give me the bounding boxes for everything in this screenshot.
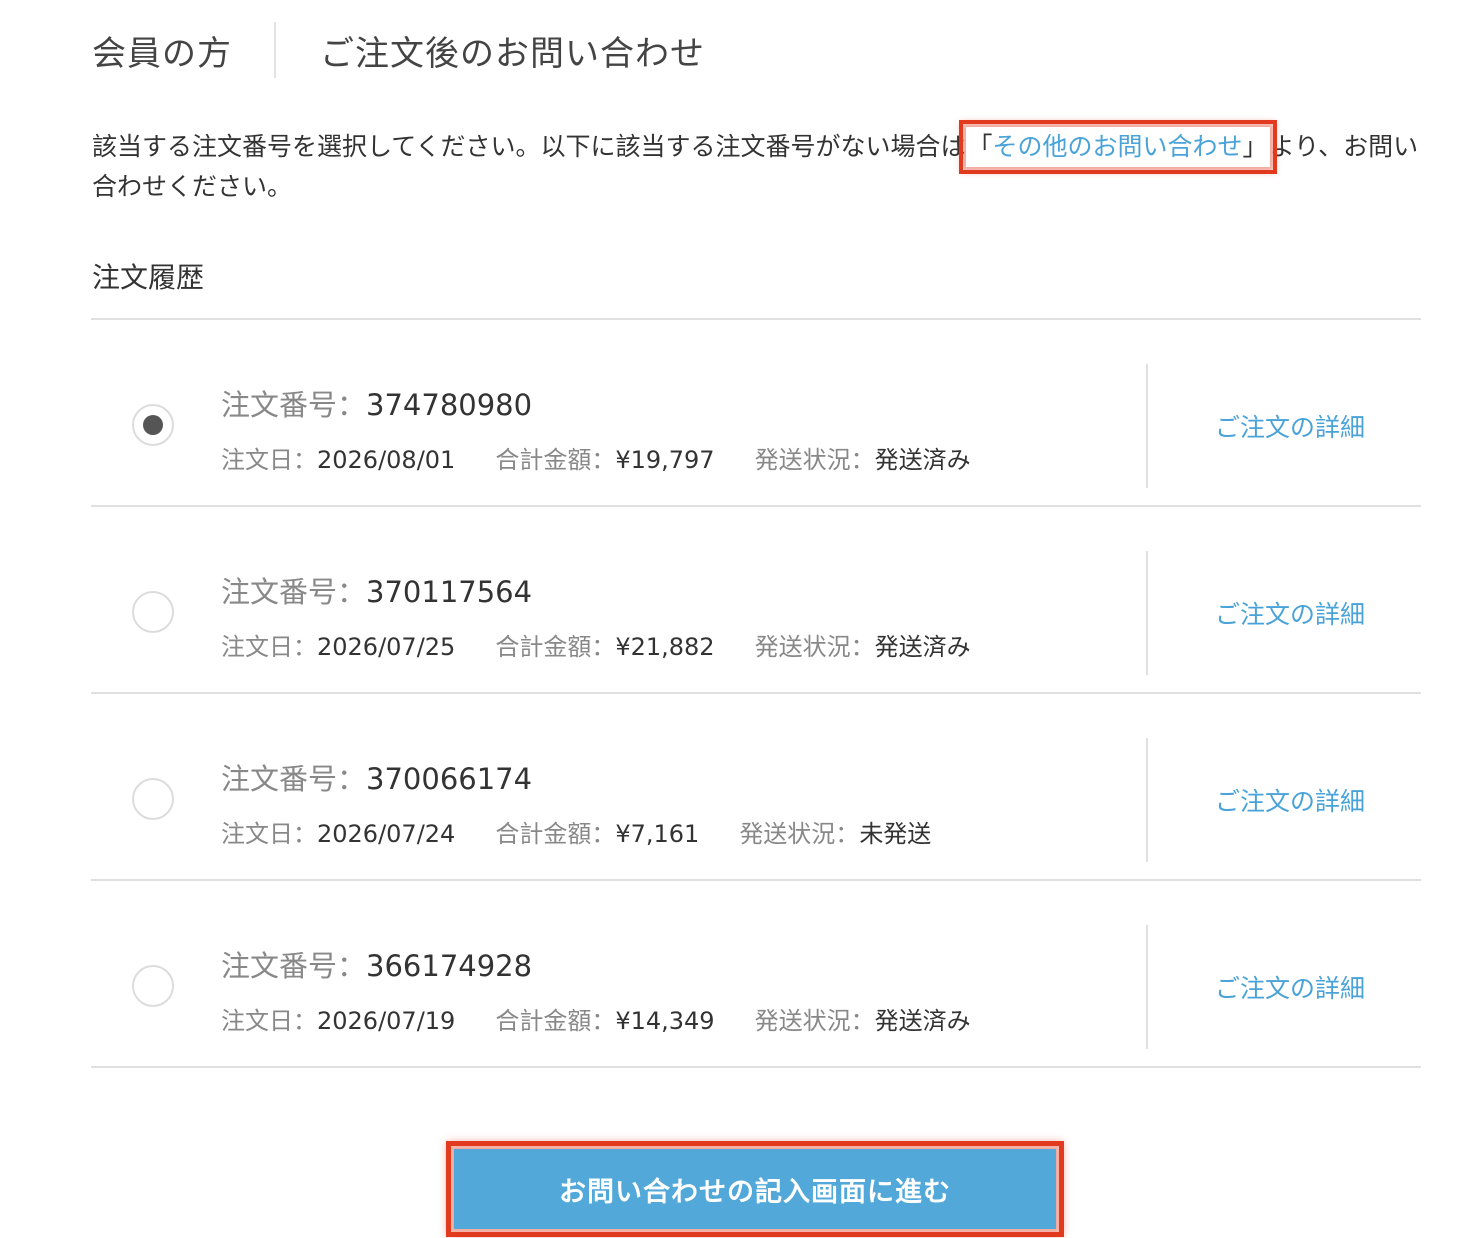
order-total: ¥21,882 — [615, 633, 715, 661]
order-total: ¥19,797 — [615, 446, 715, 474]
order-date-label: 注文日： — [221, 633, 317, 661]
header-divider — [274, 22, 276, 78]
shipping-status: 発送済み — [874, 633, 971, 661]
shipping-status: 未発送 — [859, 820, 932, 848]
row-divider — [1146, 925, 1148, 1049]
order-date: 2026/07/19 — [317, 1007, 456, 1035]
order-meta: 注文日：2026/07/25 合計金額：¥21,882 発送状況：発送済み — [221, 627, 971, 662]
order-row[interactable]: 注文番号：374780980 注文日：2026/08/01 合計金額：¥19,79… — [91, 320, 1421, 507]
order-row[interactable]: 注文番号：370066174 注文日：2026/07/24 合計金額：¥7,161… — [91, 694, 1421, 881]
order-total-label: 合計金額： — [495, 820, 616, 848]
order-total: ¥14,349 — [615, 1007, 715, 1035]
order-number: 370066174 — [366, 762, 533, 796]
order-detail-link[interactable]: ご注文の詳細 — [1215, 969, 1365, 1005]
other-inquiry-highlight: 「その他のお問い合わせ」 — [958, 120, 1277, 174]
shipping-label: 発送状況： — [754, 446, 875, 474]
order-date: 2026/07/24 — [317, 820, 456, 848]
order-date: 2026/07/25 — [317, 633, 456, 661]
order-number-line: 注文番号：366174928 — [221, 943, 971, 985]
intro-text: 該当する注文番号を選択してください。以下に該当する注文番号がない場合は「その他の… — [92, 120, 1422, 207]
order-number-line: 注文番号：370066174 — [221, 756, 931, 798]
radio-dot — [143, 415, 163, 435]
order-radio[interactable] — [132, 591, 174, 633]
order-detail-link[interactable]: ご注文の詳細 — [1215, 782, 1365, 818]
row-divider — [1146, 738, 1148, 862]
bracket-open: 「 — [967, 132, 993, 161]
order-number-label: 注文番号： — [221, 388, 367, 422]
order-number-line: 注文番号：374780980 — [221, 382, 971, 424]
order-total-label: 合計金額： — [495, 446, 616, 474]
shipping-label: 発送状況： — [754, 1007, 875, 1035]
order-number-label: 注文番号： — [221, 762, 367, 796]
other-inquiry-link[interactable]: その他のお問い合わせ — [993, 132, 1243, 161]
header-subtitle: ご注文後のお問い合わせ — [320, 33, 705, 74]
order-row[interactable]: 注文番号：370117564 注文日：2026/07/25 合計金額：¥21,88… — [91, 507, 1421, 694]
page-header: 会員の方 ご注文後のお問い合わせ — [92, 18, 705, 82]
shipping-label: 発送状況： — [739, 820, 860, 848]
order-meta: 注文日：2026/07/24 合計金額：¥7,161 発送状況：未発送 — [221, 814, 931, 849]
order-info: 注文番号：366174928 注文日：2026/07/19 合計金額：¥14,34… — [221, 943, 971, 1036]
order-number-line: 注文番号：370117564 — [221, 569, 971, 611]
page: 会員の方 ご注文後のお問い合わせ 該当する注文番号を選択してください。以下に該当… — [0, 0, 1457, 1238]
shipping-status: 発送済み — [874, 1007, 971, 1035]
submit-highlight: お問い合わせの記入画面に進む — [446, 1141, 1064, 1237]
order-date: 2026/08/01 — [317, 446, 456, 474]
order-radio[interactable] — [132, 778, 174, 820]
order-date-label: 注文日： — [221, 1007, 317, 1035]
order-date-label: 注文日： — [221, 820, 317, 848]
bracket-close: 」 — [1242, 132, 1268, 161]
row-divider — [1146, 551, 1148, 675]
order-row[interactable]: 注文番号：366174928 注文日：2026/07/19 合計金額：¥14,34… — [91, 881, 1421, 1068]
order-number-label: 注文番号： — [221, 575, 367, 609]
proceed-to-inquiry-form-button[interactable]: お問い合わせの記入画面に進む — [454, 1149, 1056, 1229]
order-number-label: 注文番号： — [221, 949, 367, 983]
order-info: 注文番号：370117564 注文日：2026/07/25 合計金額：¥21,88… — [221, 569, 971, 662]
order-radio[interactable] — [132, 404, 174, 446]
row-divider — [1146, 364, 1148, 488]
order-number: 366174928 — [366, 949, 533, 983]
order-radio[interactable] — [132, 965, 174, 1007]
order-total: ¥7,161 — [615, 820, 700, 848]
order-info: 注文番号：370066174 注文日：2026/07/24 合計金額：¥7,161… — [221, 756, 931, 849]
order-meta: 注文日：2026/08/01 合計金額：¥19,797 発送状況：発送済み — [221, 440, 971, 475]
order-info: 注文番号：374780980 注文日：2026/08/01 合計金額：¥19,79… — [221, 382, 971, 475]
shipping-status: 発送済み — [874, 446, 971, 474]
shipping-label: 発送状況： — [754, 633, 875, 661]
order-detail-link[interactable]: ご注文の詳細 — [1215, 408, 1365, 444]
order-number: 370117564 — [366, 575, 533, 609]
order-meta: 注文日：2026/07/19 合計金額：¥14,349 発送状況：発送済み — [221, 1001, 971, 1036]
order-number: 374780980 — [366, 388, 533, 422]
order-list: 注文番号：374780980 注文日：2026/08/01 合計金額：¥19,79… — [91, 318, 1421, 1068]
order-history-title: 注文履歴 — [92, 261, 205, 294]
order-detail-link[interactable]: ご注文の詳細 — [1215, 595, 1365, 631]
order-total-label: 合計金額： — [495, 1007, 616, 1035]
intro-text-before: 該当する注文番号を選択してください。以下に該当する注文番号がない場合は — [92, 132, 966, 161]
order-date-label: 注文日： — [221, 446, 317, 474]
order-total-label: 合計金額： — [495, 633, 616, 661]
header-title: 会員の方 — [92, 33, 232, 74]
